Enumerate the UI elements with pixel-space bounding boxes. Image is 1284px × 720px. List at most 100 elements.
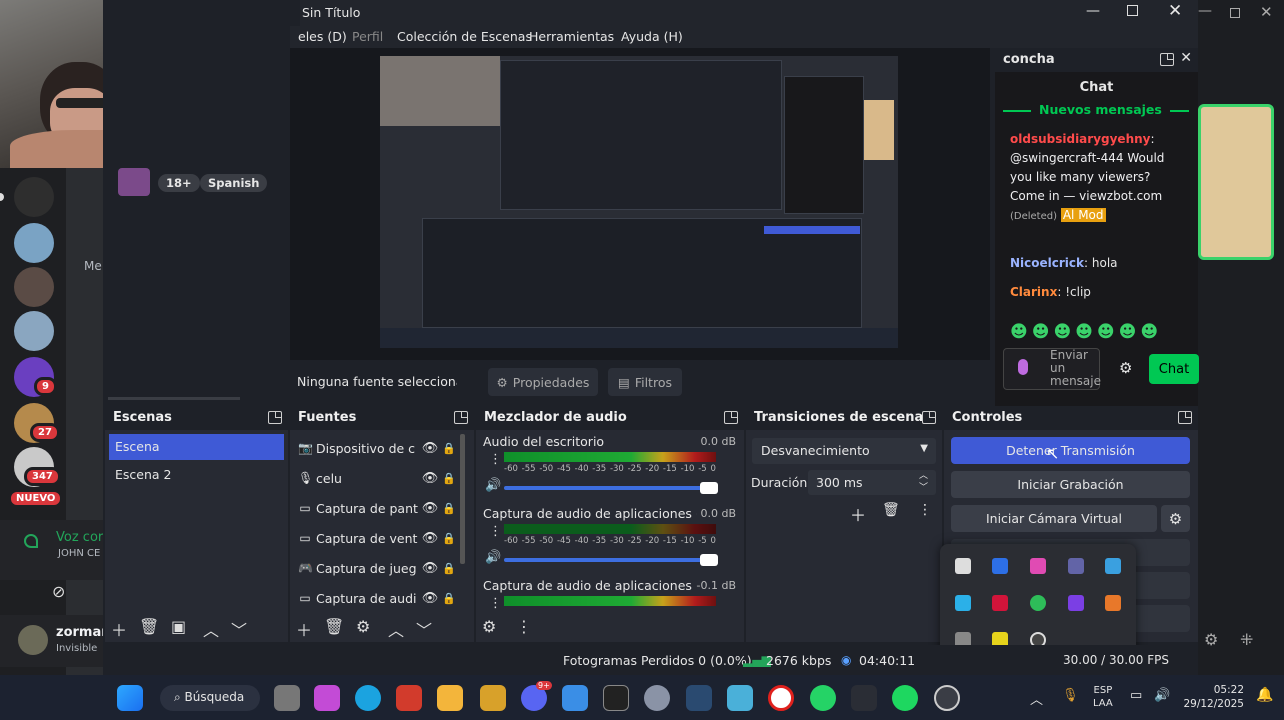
- avatar[interactable]: [18, 625, 48, 655]
- eye-icon[interactable]: 👁: [422, 441, 439, 456]
- lock-icon[interactable]: 🔒: [442, 442, 456, 455]
- app-icon[interactable]: [1030, 595, 1046, 611]
- gear-icon[interactable]: ⚙: [1119, 359, 1132, 377]
- properties-button[interactable]: ⚙ Propiedades: [488, 368, 598, 396]
- app-icon[interactable]: [1105, 558, 1121, 574]
- source-row[interactable]: 📷 Dispositivo de c 👁 🔒: [298, 434, 456, 462]
- chat-username[interactable]: oldsubsidiarygyehny: [1010, 132, 1150, 146]
- eye-icon[interactable]: 👁: [422, 561, 439, 576]
- undock-icon[interactable]: [454, 411, 468, 424]
- notification-bell-icon[interactable]: 🔔: [1256, 687, 1273, 703]
- minimize-icon[interactable]: —: [1198, 3, 1212, 19]
- app-icon[interactable]: [480, 685, 506, 711]
- maximize-button[interactable]: [1127, 5, 1138, 16]
- chat-username[interactable]: Nicoelcrick: [1010, 256, 1084, 270]
- close-button[interactable]: ✕: [1168, 1, 1182, 21]
- microphone-icon[interactable]: 🎙: [1062, 688, 1079, 703]
- edge-icon[interactable]: [355, 685, 381, 711]
- lock-icon[interactable]: 🔒: [442, 532, 456, 545]
- server-icon[interactable]: [14, 177, 54, 217]
- search-box[interactable]: ⌕ Búsqueda: [160, 685, 260, 711]
- source-row[interactable]: ▭ Captura de vent 👁 🔒: [298, 524, 456, 552]
- lock-icon[interactable]: 🔒: [442, 502, 456, 515]
- gear-icon[interactable]: ⚙: [1161, 505, 1190, 532]
- slider-handle[interactable]: [700, 482, 718, 494]
- kebab-menu-icon[interactable]: ⋮: [489, 596, 502, 611]
- menu-item[interactable]: Ayuda (H): [621, 29, 683, 44]
- folder-icon[interactable]: [437, 685, 463, 711]
- scene-item[interactable]: Escena: [109, 434, 284, 460]
- kebab-menu-icon[interactable]: ⋮: [516, 617, 532, 636]
- menu-item[interactable]: Perfil: [352, 29, 383, 44]
- trash-icon[interactable]: 🗑: [882, 502, 900, 518]
- volume-icon[interactable]: 🔊: [1154, 688, 1170, 703]
- maximize-icon[interactable]: [1230, 8, 1240, 18]
- grid-icon[interactable]: ⁜: [1240, 630, 1253, 649]
- app-icon[interactable]: [955, 558, 971, 574]
- kebab-menu-icon[interactable]: ⋮: [489, 452, 502, 467]
- obs-icon[interactable]: [934, 685, 960, 711]
- undock-icon[interactable]: [724, 411, 738, 424]
- settings-icon[interactable]: [644, 685, 670, 711]
- menu-item[interactable]: Herramientas: [529, 29, 614, 44]
- chat-send-button[interactable]: Chat: [1149, 354, 1199, 384]
- copilot-icon[interactable]: [314, 685, 340, 711]
- undock-icon[interactable]: [268, 411, 282, 424]
- chat-input[interactable]: Enviar un mensaje: [1003, 348, 1101, 390]
- app-icon[interactable]: [1068, 595, 1084, 611]
- eye-icon[interactable]: 👁: [422, 471, 439, 486]
- calendar-icon[interactable]: [562, 685, 588, 711]
- app-icon[interactable]: [1068, 558, 1084, 574]
- scrollbar[interactable]: [460, 434, 465, 564]
- network-icon[interactable]: ▭: [1130, 688, 1142, 703]
- server-icon[interactable]: [14, 223, 54, 263]
- minimize-button[interactable]: —: [1086, 3, 1100, 19]
- lock-icon[interactable]: 🔒: [442, 472, 456, 485]
- start-recording-button[interactable]: Iniciar Grabación: [951, 471, 1190, 498]
- preview-canvas[interactable]: [380, 56, 898, 348]
- chevron-up-icon[interactable]: ︿: [388, 617, 404, 641]
- whatsapp-icon[interactable]: [810, 685, 836, 711]
- undock-icon[interactable]: [1160, 53, 1174, 66]
- app-icon[interactable]: [955, 595, 971, 611]
- app-icon[interactable]: [851, 685, 877, 711]
- add-icon[interactable]: ＋: [850, 502, 866, 526]
- kebab-menu-icon[interactable]: ⋮: [489, 524, 502, 539]
- source-row[interactable]: ▭ Captura de pant 👁 🔒: [298, 494, 456, 522]
- screen-share-off-icon[interactable]: ⊘: [52, 582, 65, 601]
- lock-icon[interactable]: 🔒: [442, 592, 456, 605]
- epic-games-icon[interactable]: [603, 685, 629, 711]
- slider-handle[interactable]: [700, 554, 718, 566]
- close-icon[interactable]: ✕: [1180, 50, 1192, 66]
- microphone-icon[interactable]: [1018, 359, 1028, 375]
- app-icon[interactable]: [727, 685, 753, 711]
- speaker-icon[interactable]: 🔊: [485, 550, 501, 565]
- chat-username[interactable]: Clarinx: [1010, 285, 1057, 299]
- eye-icon[interactable]: 👁: [422, 591, 439, 606]
- menu-item[interactable]: eles (D): [298, 29, 347, 44]
- clock[interactable]: 05:22 29/12/2025: [1182, 683, 1244, 711]
- app-icon[interactable]: [992, 558, 1008, 574]
- chevron-down-icon[interactable]: ﹀: [231, 617, 247, 641]
- duration-spinbox[interactable]: 300 ms ︿ ﹀: [808, 470, 936, 495]
- filters-button[interactable]: ▤ Filtros: [608, 368, 682, 396]
- chevron-up-icon[interactable]: ︿: [203, 617, 219, 641]
- app-icon[interactable]: [1105, 595, 1121, 611]
- eye-icon[interactable]: 👁: [422, 501, 439, 516]
- kebab-menu-icon[interactable]: ⋮: [918, 502, 932, 518]
- eye-icon[interactable]: 👁: [422, 531, 439, 546]
- source-row[interactable]: ▭ Captura de audi 👁 🔒: [298, 584, 456, 612]
- server-icon[interactable]: [14, 267, 54, 307]
- app-icon[interactable]: [992, 595, 1008, 611]
- server-icon[interactable]: [14, 311, 54, 351]
- gear-icon[interactable]: ⚙: [1204, 630, 1218, 649]
- horizontal-scrollbar[interactable]: [108, 397, 240, 400]
- app-icon[interactable]: [1030, 558, 1046, 574]
- undock-icon[interactable]: [922, 411, 936, 424]
- stop-stream-button[interactable]: Detener Transmisión: [951, 437, 1190, 464]
- windows-start-icon[interactable]: [117, 685, 143, 711]
- close-icon[interactable]: ✕: [1260, 3, 1273, 21]
- spin-arrows-icon[interactable]: ︿ ﹀: [919, 470, 928, 494]
- menu-item[interactable]: Colección de Escenas: [397, 29, 532, 44]
- chevron-down-icon[interactable]: ﹀: [416, 617, 432, 641]
